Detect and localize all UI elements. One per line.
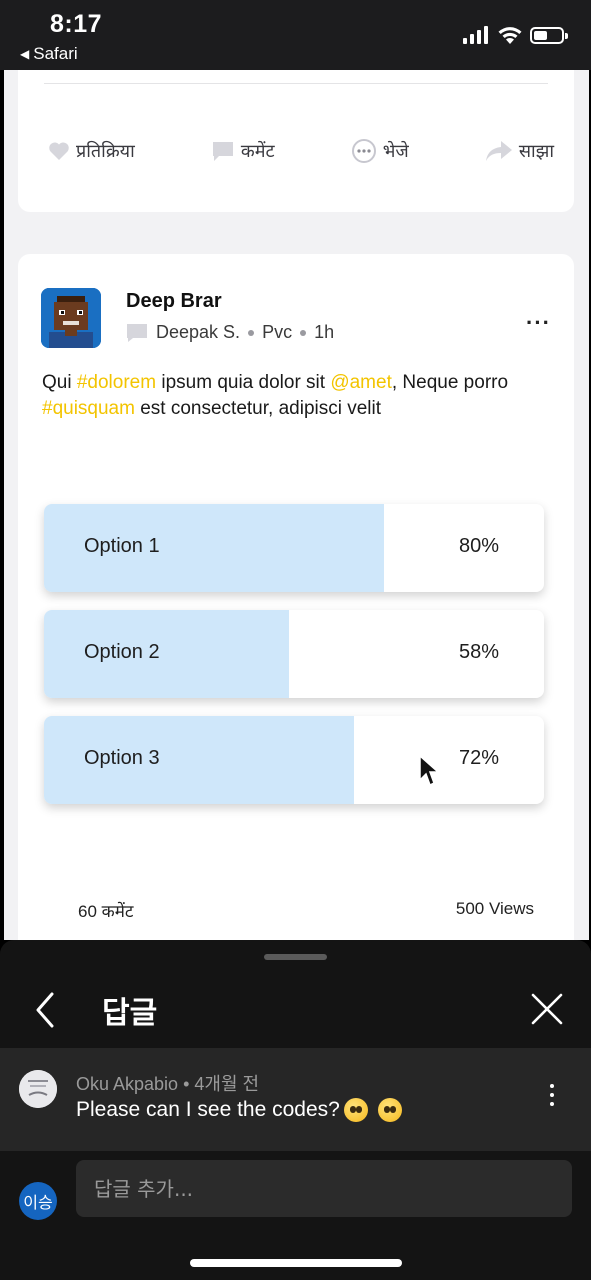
- heart-icon: [49, 142, 69, 160]
- pleading-face-emoji-icon: [343, 1098, 368, 1122]
- comment-button[interactable]: कमेंट: [211, 139, 275, 163]
- commenter-avatar-image: [19, 1070, 57, 1108]
- replies-title: 답글: [102, 997, 158, 1030]
- replies-panel-header: 답글: [0, 974, 591, 1048]
- close-icon[interactable]: [530, 992, 564, 1026]
- comment-icon: [212, 142, 233, 161]
- comment-text-row: Please can I see the codes?: [76, 1098, 402, 1122]
- comment-more-icon[interactable]: [550, 1084, 554, 1111]
- post-tag-link[interactable]: @amet: [330, 372, 392, 393]
- post-text-segment: Qui: [42, 372, 77, 393]
- poll-post-card: Deep Brar Deepak S. Pvc 1h ··· Qui #dolo…: [18, 254, 574, 954]
- post-actions-bar: प्रतिक्रिया कमेंट भेजे साझा: [48, 138, 554, 164]
- cellular-signal-icon: [463, 26, 488, 44]
- poll-option-label: Option 2: [84, 641, 160, 663]
- post-stats: 60 कमेंट 500 Views: [78, 899, 534, 922]
- mouse-cursor-icon: [419, 754, 440, 787]
- share-button[interactable]: साझा: [485, 139, 554, 163]
- poll-option-2[interactable]: Option 2 58%: [44, 610, 544, 698]
- commenter-name[interactable]: Oku Akpabio: [76, 1074, 178, 1094]
- comments-count[interactable]: 60 कमेंट: [78, 899, 133, 922]
- poll-option-label: Option 1: [84, 535, 160, 557]
- pixel-avatar-image: [41, 288, 101, 348]
- phone-screen: 8:17 ◀ Safari प्रतिक्रिया कमेंट भेजे साझ…: [0, 0, 591, 1280]
- commenter-avatar[interactable]: [19, 1070, 57, 1108]
- post-author-name[interactable]: Deep Brar: [126, 290, 222, 313]
- separator-dot: [248, 329, 255, 336]
- send-label: भेजे: [382, 141, 409, 162]
- author-avatar[interactable]: [41, 288, 101, 348]
- panel-drag-handle[interactable]: [264, 954, 327, 960]
- poll-option-fill: [44, 610, 289, 698]
- replies-panel: 답글 Oku Akpabio • 4개월 전 Please can I see …: [0, 940, 591, 1280]
- post-text-segment: , Neque porro: [391, 372, 509, 393]
- reply-composer: 이승: [0, 1151, 591, 1231]
- comment-text: Please can I see the codes?: [76, 1098, 340, 1121]
- poll-option-3[interactable]: Option 3 72%: [44, 716, 544, 804]
- meta-separator: •: [183, 1074, 195, 1094]
- post-tag-link[interactable]: #dolorem: [77, 372, 156, 393]
- back-triangle-icon: ◀: [20, 47, 30, 61]
- separator-dot: [300, 329, 307, 336]
- wifi-icon: [498, 27, 522, 44]
- poll-option-percent: 80%: [458, 535, 499, 557]
- comment-label: कमेंट: [240, 141, 275, 162]
- post-meta: Deepak S. Pvc 1h: [126, 322, 334, 343]
- current-user-avatar: 이승: [19, 1182, 57, 1220]
- post-group[interactable]: Deepak S.: [156, 322, 240, 343]
- status-time: 8:17: [50, 10, 103, 38]
- back-to-safari-link[interactable]: ◀ Safari: [20, 44, 78, 64]
- status-bar: 8:17 ◀ Safari: [0, 0, 591, 70]
- send-button[interactable]: भेजे: [351, 138, 409, 164]
- react-button[interactable]: प्रतिक्रिया: [48, 139, 135, 163]
- post-time: 1h: [314, 322, 335, 342]
- message-icon: [351, 139, 376, 163]
- divider: [44, 83, 548, 84]
- post-more-options-icon[interactable]: ···: [526, 310, 551, 336]
- battery-icon: [530, 27, 568, 44]
- share-label: साझा: [518, 141, 554, 162]
- views-count: 500 Views: [455, 899, 534, 918]
- comment-time: 4개월 전: [194, 1074, 260, 1094]
- group-icon: [127, 323, 147, 342]
- commenter-meta: Oku Akpabio • 4개월 전: [76, 1070, 259, 1096]
- pleading-face-emoji-icon: [377, 1098, 402, 1122]
- post-tag-link[interactable]: #quisquam: [42, 398, 135, 419]
- post-body-text: Qui #dolorem ipsum quia dolor sit @amet,…: [42, 370, 542, 422]
- share-icon: [485, 141, 512, 161]
- feed[interactable]: प्रतिक्रिया कमेंट भेजे साझा Deep Brar De…: [0, 70, 591, 954]
- post-text-segment: ipsum quia dolor sit: [156, 372, 331, 393]
- previous-post-card: प्रतिक्रिया कमेंट भेजे साझा: [18, 70, 574, 212]
- post-visibility: Pvc: [262, 322, 293, 342]
- comment-item: Oku Akpabio • 4개월 전 Please can I see the…: [0, 1048, 591, 1151]
- poll-option-percent: 58%: [458, 641, 499, 663]
- poll-option-percent: 72%: [458, 747, 499, 769]
- post-text-segment: est consectetur, adipisci velit: [134, 398, 382, 419]
- poll-option-label: Option 3: [84, 747, 160, 769]
- back-app-label: Safari: [33, 44, 78, 63]
- reply-input[interactable]: [76, 1160, 572, 1217]
- poll-option-1[interactable]: Option 1 80%: [44, 504, 544, 592]
- back-chevron-icon[interactable]: [30, 990, 60, 1030]
- react-label: प्रतिक्रिया: [76, 141, 135, 162]
- home-indicator[interactable]: [190, 1259, 402, 1267]
